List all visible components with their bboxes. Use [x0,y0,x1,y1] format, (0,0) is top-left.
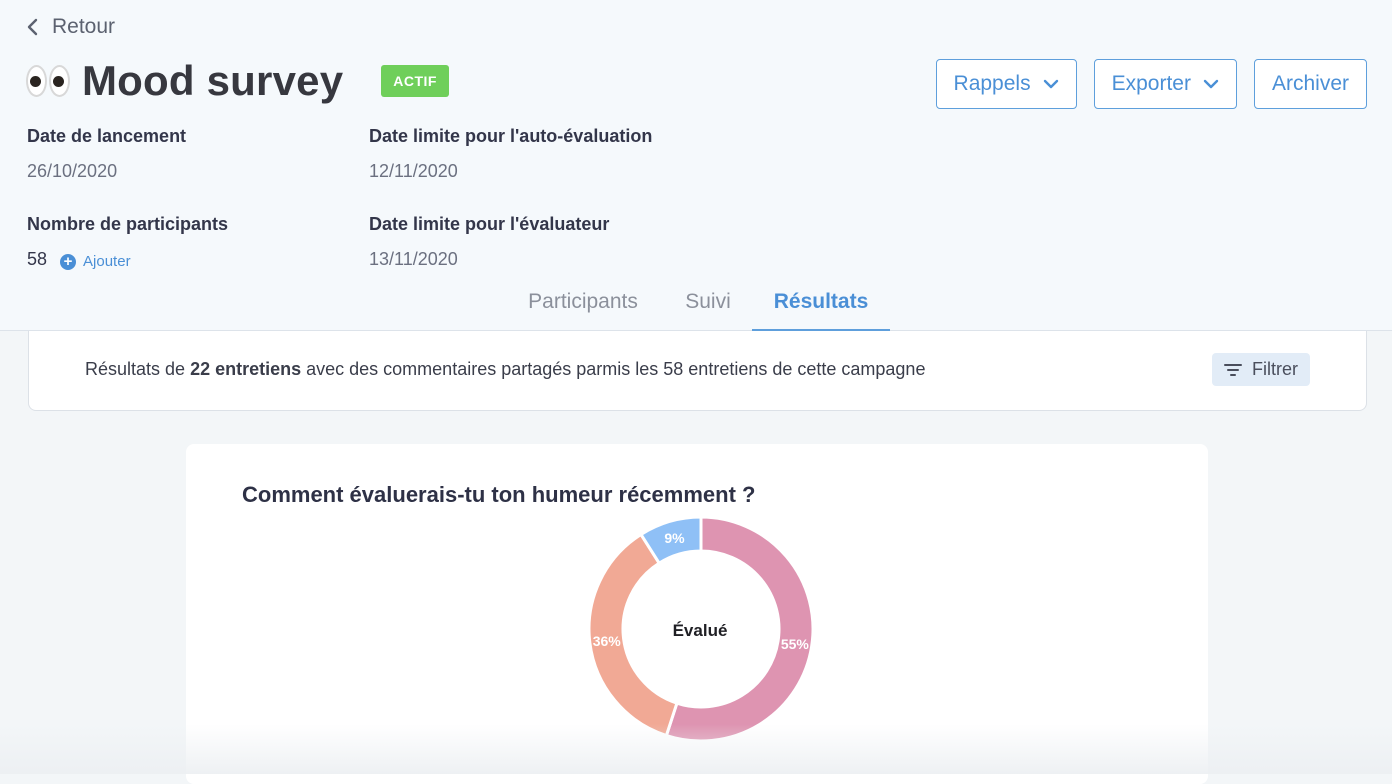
donut-slice-label-0: 55% [781,636,810,652]
tab-resultats[interactable]: Résultats [752,282,890,331]
reviewer-deadline-label: Date limite pour l'évaluateur [369,214,610,234]
launch-date-value: 26/10/2020 [27,161,118,181]
back-link[interactable]: Retour [26,14,115,40]
tab-participants[interactable]: Participants [510,282,656,331]
title-row: Mood survey ACTIF [26,56,449,106]
page-header: Retour Mood survey ACTIF Rappels Exporte… [0,0,1392,331]
export-button[interactable]: Exporter [1093,59,1237,109]
chevron-left-icon [27,18,38,36]
reminders-label: Rappels [953,72,1031,95]
results-summary-bar: Résultats de 22 entretiens avec des comm… [28,331,1367,411]
tab-bar: Participants Suivi Résultats [0,282,1392,331]
archive-button[interactable]: Archiver [1253,59,1367,109]
results-suffix: avec des commentaires partagés parmis le… [301,359,926,379]
filter-label: Filtrer [1252,359,1298,379]
launch-date-label: Date de lancement [27,126,187,146]
add-label: Ajouter [83,253,131,270]
page-title: Mood survey [82,57,344,104]
archive-label: Archiver [1271,72,1349,95]
back-label: Retour [52,15,116,38]
participants-count: Nombre de participants 58 + Ajouter [27,214,228,270]
filter-icon [1224,363,1242,376]
eyes-emoji-icon [26,65,70,97]
self-deadline-label: Date limite pour l'auto-évaluation [369,126,653,146]
reviewer-deadline: Date limite pour l'évaluateur 13/11/2020 [369,214,609,270]
self-deadline: Date limite pour l'auto-évaluation 12/11… [369,126,652,182]
launch-date: Date de lancement 26/10/2020 [27,126,186,182]
self-deadline-value: 12/11/2020 [369,161,458,181]
tab-suivi[interactable]: Suivi [670,282,746,331]
reviewer-deadline-value: 13/11/2020 [369,249,458,269]
donut-slice-label-2: 9% [664,530,685,546]
header-actions: Rappels Exporter Archiver [935,59,1367,109]
chevron-down-icon [1203,79,1219,89]
results-summary: Résultats de 22 entretiens avec des comm… [85,359,925,380]
chevron-down-icon [1043,79,1058,89]
question-card: Comment évaluerais-tu ton humeur récemme… [186,444,1208,784]
results-prefix: Résultats de [85,359,191,379]
donut-slice-label-1: 36% [593,633,622,649]
participants-label: Nombre de participants [27,214,229,234]
add-participants-button[interactable]: + Ajouter [60,253,131,270]
participants-value: 58 [27,249,48,269]
plus-icon: + [60,253,77,270]
donut-center-label: Évalué [673,621,728,640]
donut-chart: 55% 36% 9% Évalué [588,516,815,743]
filter-button[interactable]: Filtrer [1212,353,1310,386]
status-badge: ACTIF [381,65,449,97]
reminders-button[interactable]: Rappels [935,59,1077,109]
results-count: 22 entretiens [190,359,302,379]
question-title: Comment évaluerais-tu ton humeur récemme… [242,482,756,507]
export-label: Exporter [1111,72,1191,95]
